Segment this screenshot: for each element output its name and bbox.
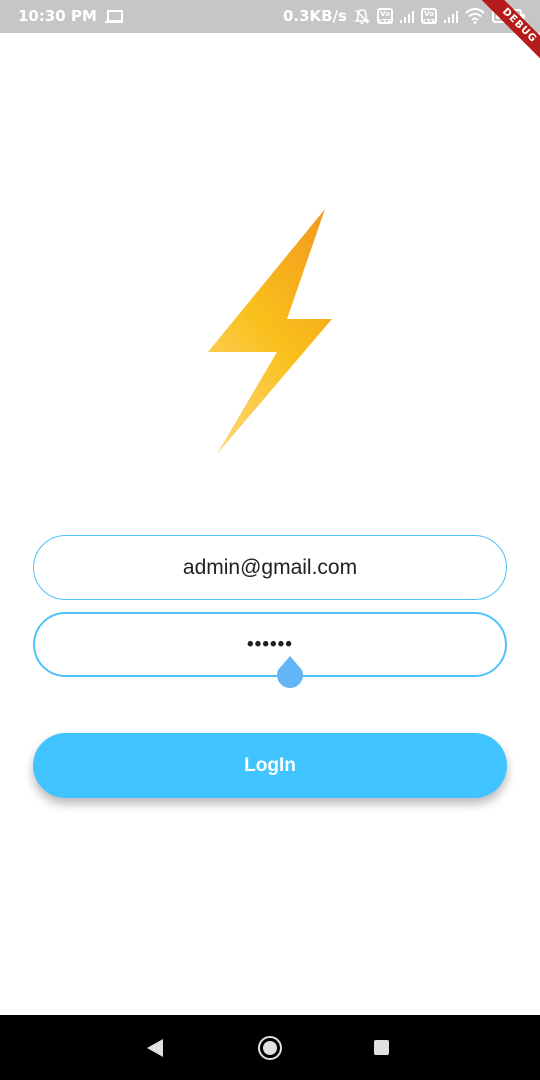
email-value: admin@gmail.com	[182, 555, 358, 579]
login-button-label: LogIn	[244, 754, 296, 776]
lightning-bolt-icon	[208, 209, 332, 454]
password-value: ••••••	[247, 633, 293, 655]
volte-icon: Vo LTE	[421, 8, 437, 26]
back-icon[interactable]	[147, 1039, 163, 1057]
navigation-bar	[0, 1015, 540, 1080]
home-icon[interactable]	[258, 1036, 282, 1060]
text-cursor-handle[interactable]	[274, 654, 306, 692]
wifi-icon	[465, 8, 485, 24]
network-speed: 0.3KB/s	[282, 7, 347, 25]
login-button[interactable]: LogIn	[33, 733, 507, 798]
laptop-icon	[104, 10, 123, 23]
status-bar: 10:30 PM 0.3KB/s Vo LTE Vo LTE	[0, 0, 540, 33]
status-bar-left: 10:30 PM	[18, 7, 123, 25]
status-time: 10:30 PM	[18, 7, 97, 25]
password-field[interactable]: ••••••	[33, 612, 507, 677]
recents-icon[interactable]	[374, 1040, 389, 1055]
email-field[interactable]: admin@gmail.com	[33, 535, 507, 600]
signal-icon	[400, 9, 414, 23]
status-bar-right: 0.3KB/s Vo LTE Vo LTE	[282, 7, 525, 26]
signal-icon	[444, 9, 458, 23]
notifications-off-icon	[354, 8, 370, 24]
volte-icon: Vo LTE	[377, 8, 393, 26]
